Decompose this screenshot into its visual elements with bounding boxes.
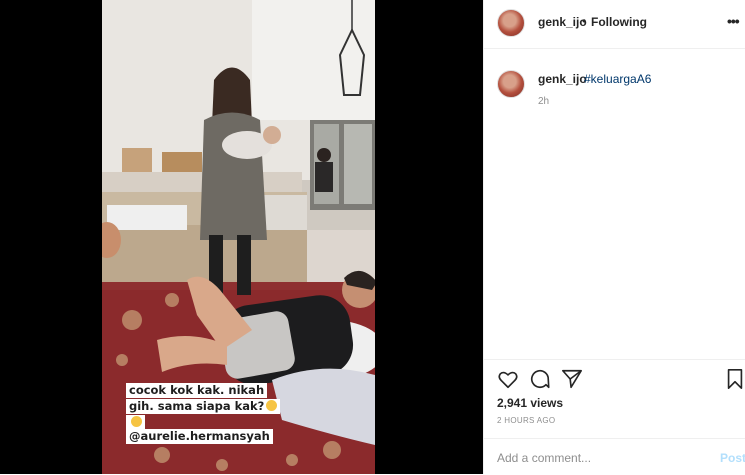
avatar[interactable] [497, 9, 525, 37]
post-sidebar: genk_ijo • Following ••• genk_ijo #kelua… [483, 0, 745, 474]
post-date[interactable]: 2 HOURS AGO [497, 416, 555, 425]
username-link[interactable]: genk_ijo [538, 15, 587, 29]
mention-tag: @aurelie.hermansyah [126, 429, 273, 444]
avatar[interactable] [497, 70, 525, 98]
share-icon[interactable] [561, 368, 583, 390]
comment-icon[interactable] [529, 368, 551, 390]
caption-username-link[interactable]: genk_ijo [538, 72, 587, 86]
laughing-emoji-icon [131, 416, 142, 427]
more-horizontal-icon[interactable]: ••• [727, 13, 740, 29]
separator-dot: • [582, 14, 587, 28]
caption-line: gih. sama siapa kak? [126, 399, 281, 414]
story-caption-overlay: cocok kok kak. nikah gih. sama siapa kak… [126, 383, 281, 431]
add-comment-box: Post [484, 438, 745, 475]
caption-timestamp: 2h [538, 96, 550, 107]
post-header: genk_ijo • Following ••• [484, 0, 745, 49]
post-comment-button[interactable]: Post [720, 451, 745, 465]
view-count[interactable]: 2,941 views [497, 396, 563, 410]
hashtag-link[interactable]: #keluargaA6 [584, 72, 651, 86]
heart-icon[interactable] [497, 368, 519, 390]
caption-emoji-line [126, 415, 145, 430]
comment-input[interactable] [497, 450, 697, 466]
video-player[interactable]: cocok kok kak. nikah gih. sama siapa kak… [102, 0, 375, 474]
bookmark-icon[interactable] [724, 368, 745, 390]
action-bar-divider [484, 359, 745, 361]
laughing-emoji-icon [266, 400, 278, 411]
post-media[interactable]: cocok kok kak. nikah gih. sama siapa kak… [0, 0, 483, 474]
following-button[interactable]: Following [591, 15, 647, 29]
caption-line: cocok kok kak. nikah [126, 383, 268, 398]
